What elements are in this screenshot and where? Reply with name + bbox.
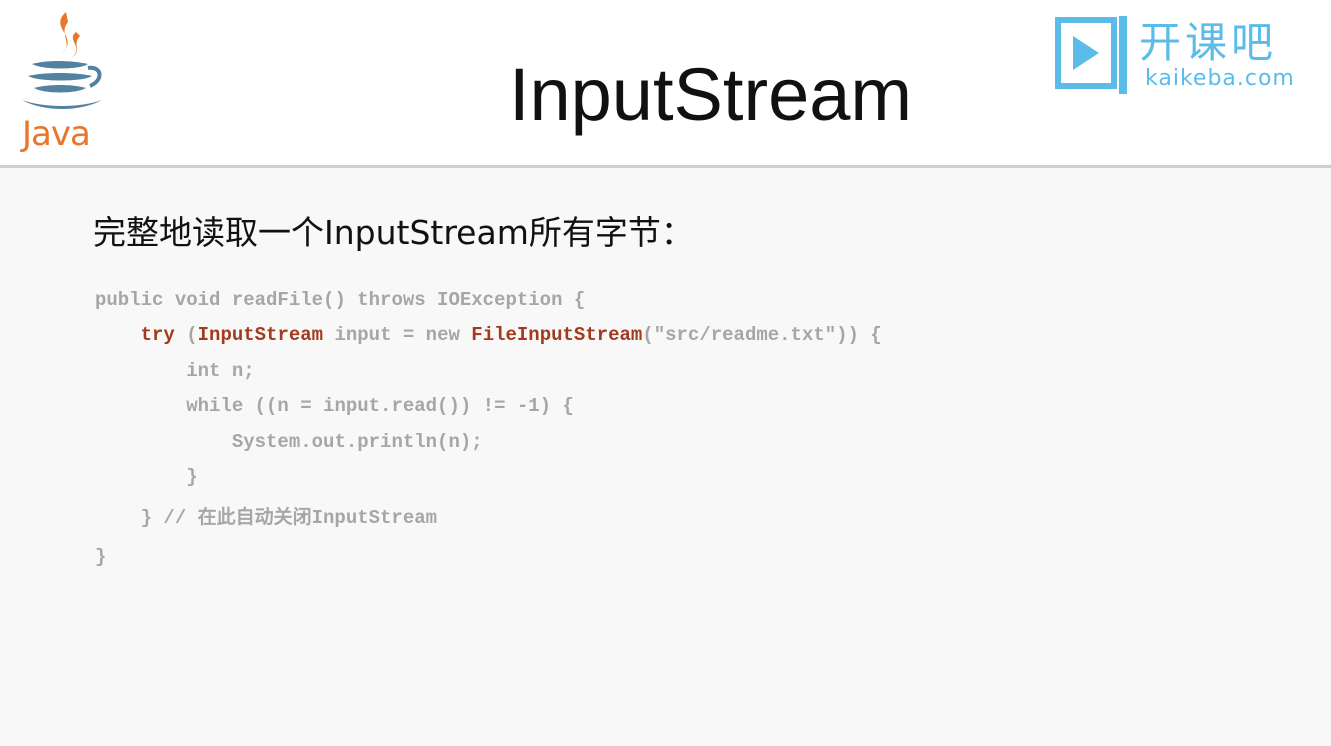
code-token: (	[174, 324, 198, 346]
slide-subtitle: 完整地读取一个InputStream所有字节：	[93, 213, 694, 252]
brand-logo: 开课吧 kaikeba.com	[1055, 14, 1325, 98]
code-line: }	[95, 466, 198, 488]
brand-domain: kaikeba.com	[1145, 66, 1295, 91]
code-line-comment: } // 在此自动关闭InputStream	[95, 507, 438, 529]
type-fileinputstream: FileInputStream	[471, 324, 643, 346]
code-token: input = new	[323, 324, 472, 346]
code-line-indent	[95, 324, 141, 346]
slide-header: Java InputStream 开课吧 kaikeba.com	[0, 0, 1331, 165]
code-line-try: try (InputStream input = new FileInputSt…	[95, 320, 882, 350]
code-line: System.out.println(n);	[95, 431, 483, 453]
play-screen-icon	[1055, 16, 1127, 94]
code-line: }	[95, 546, 107, 568]
code-line: public void readFile() throws IOExceptio…	[95, 289, 586, 311]
code-token: ("src/readme.txt")) {	[642, 324, 882, 346]
slide: Java InputStream 开课吧 kaikeba.com 完整地读取一个…	[0, 0, 1331, 746]
code-line: while ((n = input.read()) != -1) {	[95, 395, 574, 417]
brand-name: 开课吧	[1139, 18, 1278, 67]
header-divider	[0, 165, 1331, 168]
type-inputstream: InputStream	[197, 324, 324, 346]
code-line: int n;	[95, 360, 255, 382]
keyword-try: try	[140, 324, 175, 346]
